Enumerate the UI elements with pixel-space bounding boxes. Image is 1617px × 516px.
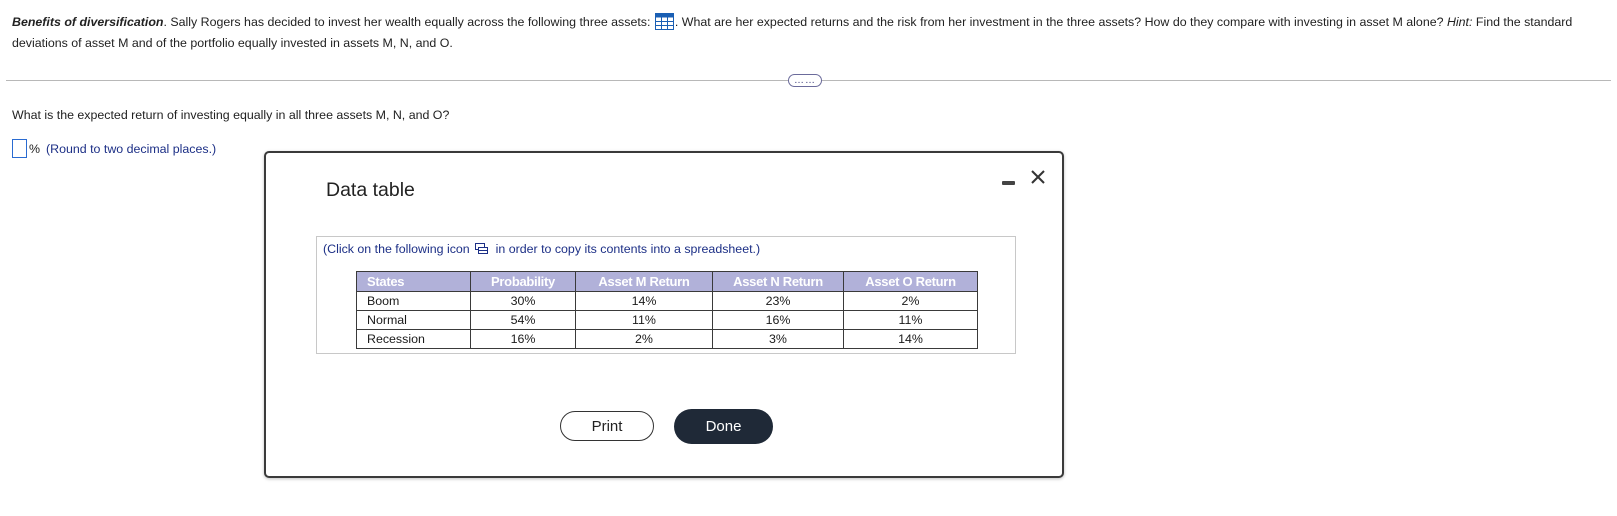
table-header-states: States (356, 271, 471, 292)
table-cell: 16% (712, 310, 844, 330)
problem-text-part1: . Sally Rogers has decided to invest her… (163, 15, 651, 29)
table-cell: 30% (470, 291, 576, 311)
table-header-row: States Probability Asset M Return Asset … (356, 271, 978, 292)
table-row: Recession 16% 2% 3% 14% (356, 329, 978, 349)
question-text: What is the expected return of investing… (12, 108, 450, 122)
answer-unit: % (29, 141, 41, 156)
table-row: Normal 54% 11% 16% 11% (356, 310, 978, 330)
copy-instruction-part2: in order to copy its contents into a spr… (495, 242, 761, 256)
print-button[interactable]: Print (560, 411, 654, 441)
table-row: Boom 30% 14% 23% 2% (356, 291, 978, 311)
minimize-icon[interactable] (1002, 177, 1015, 187)
table-cell: 14% (575, 291, 713, 311)
dialog-title: Data table (326, 179, 415, 201)
table-cell: 23% (712, 291, 844, 311)
table-header-asset-n: Asset N Return (712, 271, 844, 292)
answer-row: % (Round to two decimal places.) (12, 139, 216, 158)
returns-table: States Probability Asset M Return Asset … (356, 271, 978, 349)
table-cell: 2% (843, 291, 978, 311)
answer-input[interactable] (12, 139, 27, 158)
copy-instruction-part1: (Click on the following icon (323, 242, 470, 256)
hint-label: Hint: (1446, 15, 1473, 29)
table-cell: Normal (356, 310, 471, 330)
problem-statement: Benefits of diversification. Sally Roger… (12, 12, 1607, 54)
close-icon[interactable] (1028, 167, 1048, 187)
data-table-grid-icon[interactable] (654, 13, 674, 30)
table-cell: 14% (843, 329, 978, 349)
table-cell: 16% (470, 329, 576, 349)
table-header-probability: Probability (470, 271, 576, 292)
table-cell: 11% (575, 310, 713, 330)
data-table-panel: (Click on the following icon in order to… (316, 236, 1016, 354)
problem-title: Benefits of diversification (12, 15, 164, 29)
table-cell: 54% (470, 310, 576, 330)
table-cell: 3% (712, 329, 844, 349)
data-table-dialog: Data table (Click on the following icon … (264, 151, 1064, 478)
rounding-instruction: (Round to two decimal places.) (46, 141, 217, 156)
table-cell: 2% (575, 329, 713, 349)
copy-to-spreadsheet-icon[interactable] (475, 243, 489, 254)
table-cell: 11% (843, 310, 978, 330)
table-cell: Recession (356, 329, 471, 349)
table-cell: Boom (356, 291, 471, 311)
expand-more-button[interactable]: …… (788, 74, 822, 87)
problem-text-part2: . What are her expected returns and the … (674, 15, 1444, 29)
table-header-asset-o: Asset O Return (843, 271, 978, 292)
done-button[interactable]: Done (674, 409, 773, 444)
copy-instruction: (Click on the following icon in order to… (323, 242, 760, 256)
table-header-asset-m: Asset M Return (575, 271, 713, 292)
